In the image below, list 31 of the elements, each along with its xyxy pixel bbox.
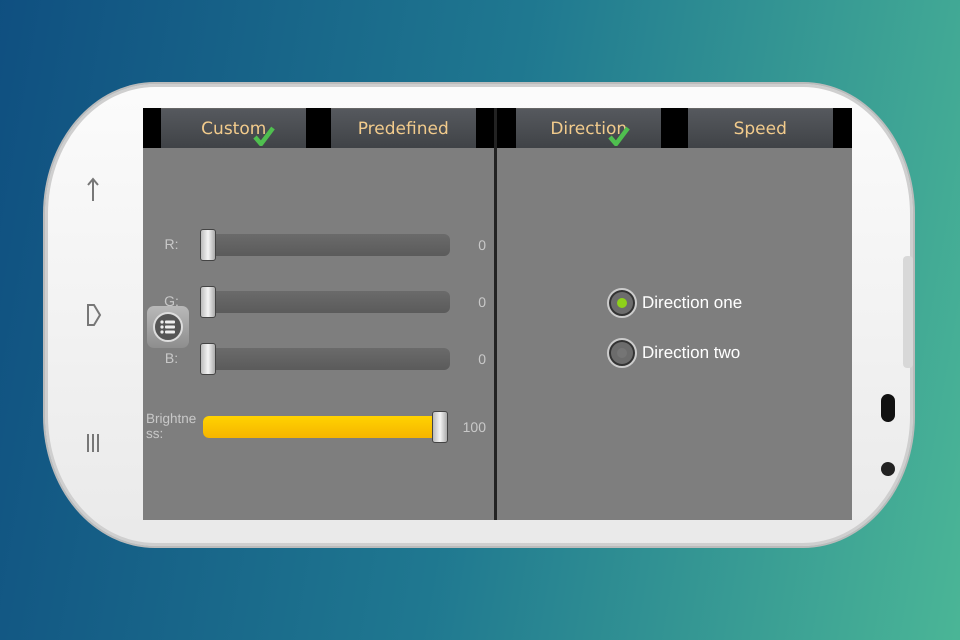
camera-lens: [881, 394, 895, 422]
tab[interactable]: Custom: [161, 108, 306, 148]
slider[interactable]: [200, 342, 450, 376]
slider-value: 0: [477, 351, 486, 367]
slider-value: 0: [477, 294, 486, 310]
slider-label: Brightness:: [145, 412, 198, 442]
sensor-dot: [881, 462, 895, 476]
slider-thumb[interactable]: [200, 286, 216, 318]
slider[interactable]: [200, 228, 450, 262]
slider-thumb[interactable]: [200, 229, 216, 261]
slider-label: R:: [164, 237, 180, 253]
home-icon[interactable]: [86, 303, 102, 327]
slider-thumb[interactable]: [200, 343, 216, 375]
radio-label[interactable]: Direction one: [642, 293, 742, 313]
menu-icon[interactable]: [86, 433, 100, 453]
radio-button[interactable]: [607, 338, 637, 368]
slider-label: G:: [163, 294, 180, 310]
tab[interactable]: Direction: [516, 108, 662, 148]
floating-menu-button[interactable]: [147, 306, 189, 348]
slider[interactable]: [203, 410, 448, 444]
tab[interactable]: Speed: [688, 108, 833, 148]
tab[interactable]: Predefined: [330, 108, 476, 148]
slider-value: 100: [462, 419, 486, 435]
slider[interactable]: [200, 285, 450, 319]
slider-label: B:: [164, 351, 180, 367]
list-icon: [153, 312, 183, 342]
slider-thumb[interactable]: [432, 411, 448, 443]
back-arrow-icon[interactable]: [85, 176, 101, 202]
slider-value: 0: [477, 237, 486, 253]
radio-label[interactable]: Direction two: [642, 343, 740, 363]
radio-button[interactable]: [607, 288, 637, 318]
